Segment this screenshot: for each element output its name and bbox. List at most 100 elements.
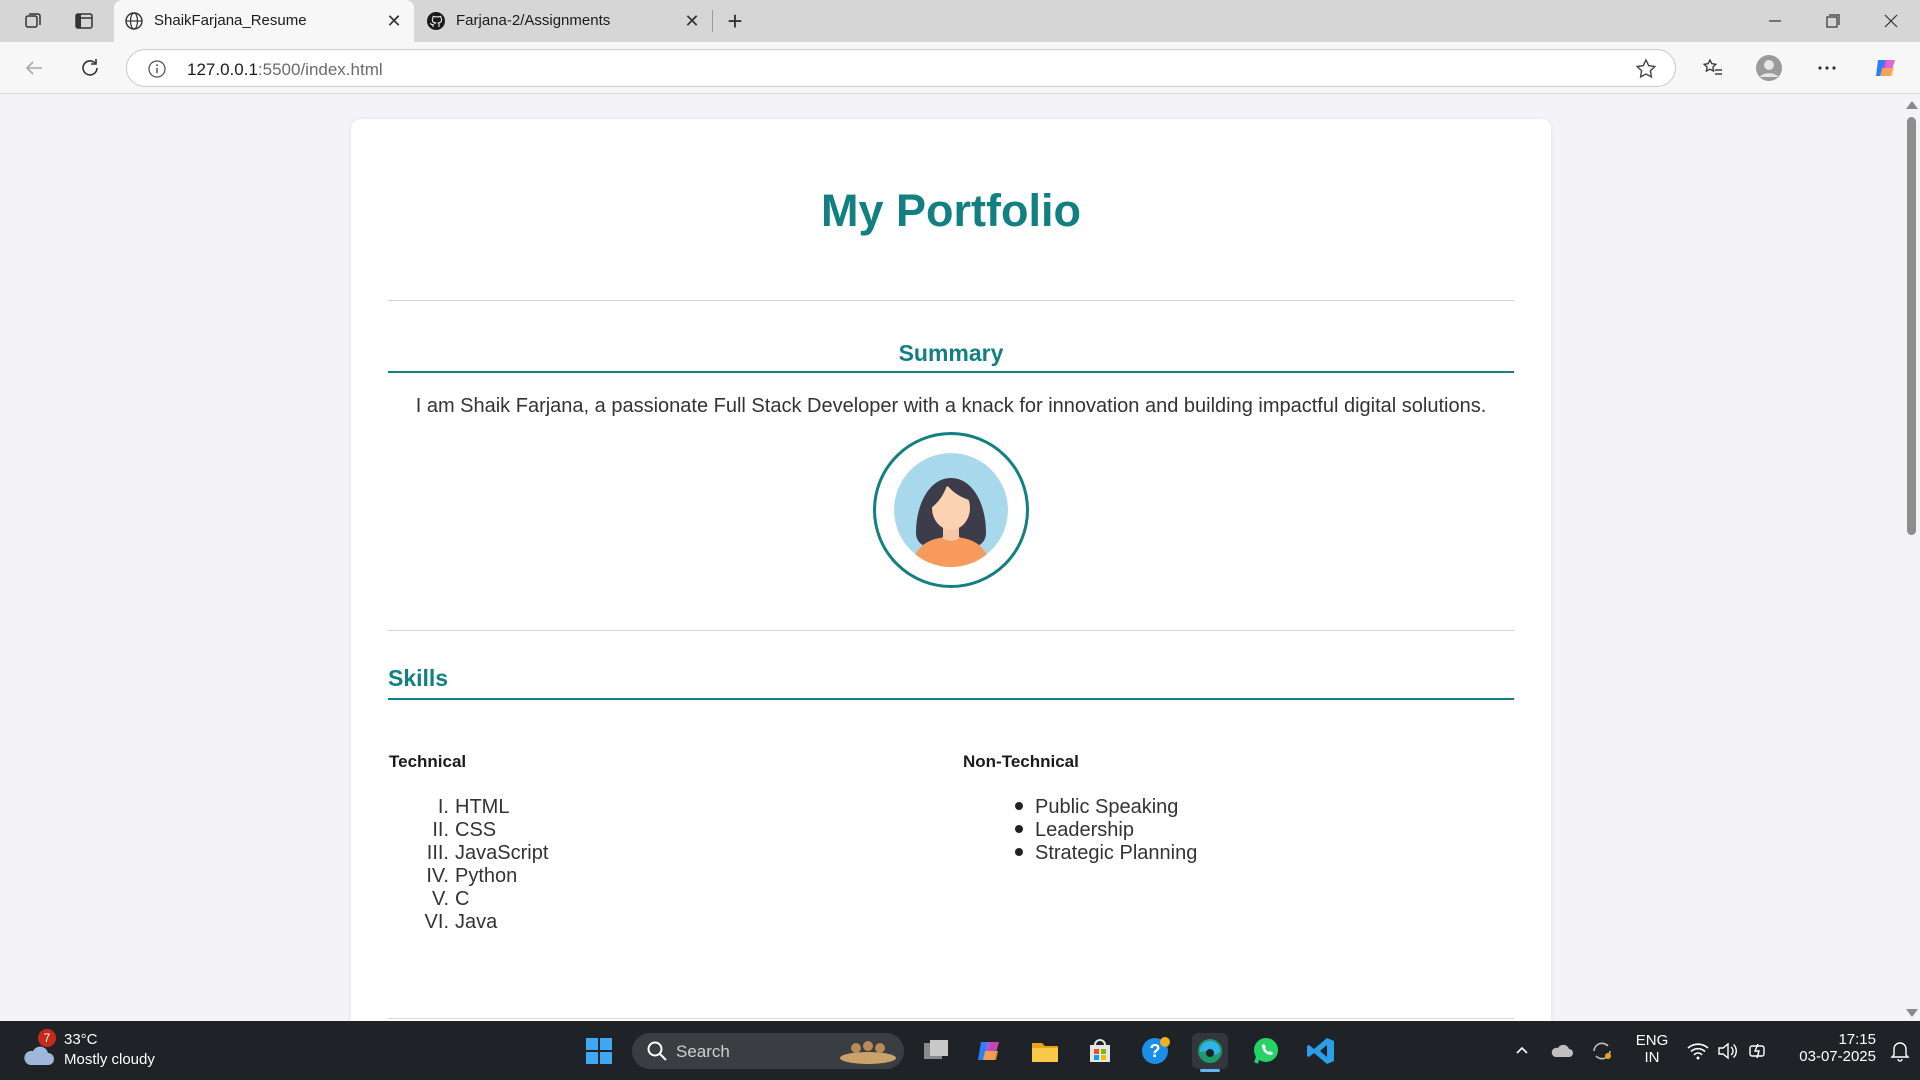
list-item: Public Speaking	[1015, 796, 1197, 819]
clock-date: 03-07-2025	[1799, 1048, 1876, 1065]
more-options-icon[interactable]	[1811, 52, 1843, 84]
list-item: III. JavaScript	[419, 842, 549, 865]
taskbar-search[interactable]: Search	[632, 1033, 904, 1069]
tab-resume[interactable]: ShaikFarjana_Resume ✕	[114, 0, 414, 42]
skill-label: Leadership	[1035, 819, 1134, 841]
skill-label: C	[455, 888, 470, 910]
list-number: II.	[432, 819, 449, 841]
technical-heading: Technical	[389, 752, 467, 771]
notifications-icon[interactable]	[1882, 1033, 1918, 1069]
refresh-button[interactable]	[74, 52, 106, 84]
workspaces-icon[interactable]	[20, 8, 46, 34]
page-title: My Portfolio	[821, 185, 1081, 236]
tab-assignments[interactable]: Farjana-2/Assignments ✕	[416, 0, 712, 42]
favorite-star-icon[interactable]	[1635, 58, 1657, 80]
technical-skill-list: I. HTML II. CSS III. JavaScript IV. Python V…	[419, 796, 549, 934]
search-placeholder: Search	[676, 1042, 730, 1061]
minimize-button[interactable]	[1760, 8, 1790, 34]
weather-condition: Mostly cloudy	[64, 1051, 155, 1068]
profile-avatar-icon[interactable]	[1753, 52, 1785, 84]
summary-text: I am Shaik Farjana, a passionate Full St…	[415, 395, 1487, 417]
whatsapp-icon[interactable]	[1248, 1033, 1284, 1069]
list-item: Leadership	[1015, 819, 1197, 842]
microsoft-store-icon[interactable]	[1082, 1033, 1118, 1069]
battery-icon[interactable]	[1740, 1033, 1776, 1069]
woman-avatar-icon	[894, 453, 1008, 567]
bullet	[1015, 847, 1023, 856]
search-highlight-icon	[840, 1041, 896, 1064]
copilot-app-icon[interactable]	[972, 1033, 1008, 1069]
task-view-icon[interactable]	[918, 1033, 954, 1069]
weather-alert-badge: 7	[38, 1029, 56, 1047]
list-item: II. CSS	[419, 819, 548, 842]
non-technical-skill-list: Public Speaking Leadership Strategic Pla…	[1015, 796, 1197, 865]
profile-avatar	[873, 432, 1029, 588]
back-button[interactable]	[18, 52, 50, 84]
scroll-up-arrow-icon[interactable]	[1906, 101, 1918, 109]
list-number: IV.	[426, 865, 449, 887]
list-number: VI.	[424, 911, 449, 933]
search-icon	[647, 1041, 667, 1061]
skill-label: HTML	[455, 796, 510, 818]
language-indicator[interactable]: ENG IN	[1632, 1032, 1672, 1066]
close-window-button[interactable]	[1876, 8, 1906, 34]
edge-browser-icon[interactable]	[1192, 1033, 1228, 1072]
region-code: IN	[1644, 1049, 1660, 1066]
summary-rule	[388, 371, 1514, 373]
skill-label: Strategic Planning	[1035, 842, 1198, 864]
scrollbar-thumb[interactable]	[1907, 117, 1916, 535]
skill-label: JavaScript	[455, 842, 549, 864]
list-item: I. HTML	[419, 796, 548, 819]
url-text: 127.0.0.1:5500/index.html	[187, 60, 383, 80]
scroll-down-arrow-icon[interactable]	[1906, 1009, 1918, 1017]
summary-heading: Summary	[898, 340, 1004, 366]
start-windows-icon[interactable]	[581, 1033, 617, 1069]
non-technical-heading: Non-Technical	[963, 752, 1079, 771]
show-hidden-icons-chevron-icon[interactable]	[1504, 1033, 1540, 1069]
vertical-scrollbar[interactable]	[1902, 95, 1920, 1021]
vscode-icon[interactable]	[1303, 1033, 1339, 1069]
close-tab-icon[interactable]: ✕	[384, 11, 404, 31]
list-number: I.	[437, 796, 449, 818]
vertical-tabs-icon[interactable]	[71, 8, 97, 34]
page-viewport: My Portfolio Summary I am Shaik Farjana,…	[0, 95, 1902, 1021]
clock-time: 17:15	[1838, 1031, 1876, 1048]
onedrive-icon[interactable]	[1544, 1033, 1580, 1069]
list-number: III.	[426, 842, 449, 864]
globe-icon	[124, 11, 144, 31]
get-help-icon[interactable]: ?	[1137, 1033, 1173, 1069]
divider	[388, 300, 1514, 301]
list-item: VI. Java	[419, 911, 548, 934]
list-number: V.	[431, 888, 449, 910]
language-code: ENG	[1635, 1032, 1669, 1049]
site-info-icon[interactable]	[147, 59, 167, 79]
tab-divider	[712, 10, 713, 32]
copilot-icon[interactable]	[1870, 52, 1902, 84]
skill-label: CSS	[455, 819, 497, 841]
bullet	[1015, 801, 1023, 810]
active-app-indicator	[1200, 1069, 1220, 1072]
navigation-bar: 127.0.0.1:5500/index.html	[0, 42, 1920, 94]
restore-button[interactable]	[1818, 8, 1848, 34]
portfolio-card: My Portfolio Summary I am Shaik Farjana,…	[351, 119, 1551, 1021]
skill-label: Java	[455, 911, 498, 933]
windows-taskbar: 7 33°C Mostly cloudy Search ? ENG IN 17:…	[0, 1021, 1920, 1080]
bullet	[1015, 824, 1023, 833]
divider	[388, 630, 1514, 631]
file-explorer-icon[interactable]	[1027, 1033, 1063, 1069]
browser-tab-bar: ShaikFarjana_Resume ✕ Farjana-2/Assignme…	[0, 0, 1920, 42]
list-item: IV. Python	[419, 865, 548, 888]
favorites-icon[interactable]	[1697, 52, 1729, 84]
weather-temp: 33°C	[64, 1031, 98, 1048]
close-tab-icon[interactable]: ✕	[682, 11, 702, 31]
skill-label: Public Speaking	[1035, 796, 1179, 818]
address-bar[interactable]: 127.0.0.1:5500/index.html	[126, 49, 1676, 87]
skills-heading: Skills	[388, 665, 449, 691]
tab-title: ShaikFarjana_Resume	[154, 12, 307, 29]
new-tab-button[interactable]: +	[722, 6, 748, 36]
list-item: Strategic Planning	[1015, 842, 1197, 865]
github-icon	[426, 11, 446, 31]
sync-icon[interactable]	[1584, 1033, 1620, 1069]
svg-text:?: ?	[1150, 1041, 1161, 1061]
clock[interactable]: 17:15 03-07-2025	[1776, 1031, 1876, 1065]
